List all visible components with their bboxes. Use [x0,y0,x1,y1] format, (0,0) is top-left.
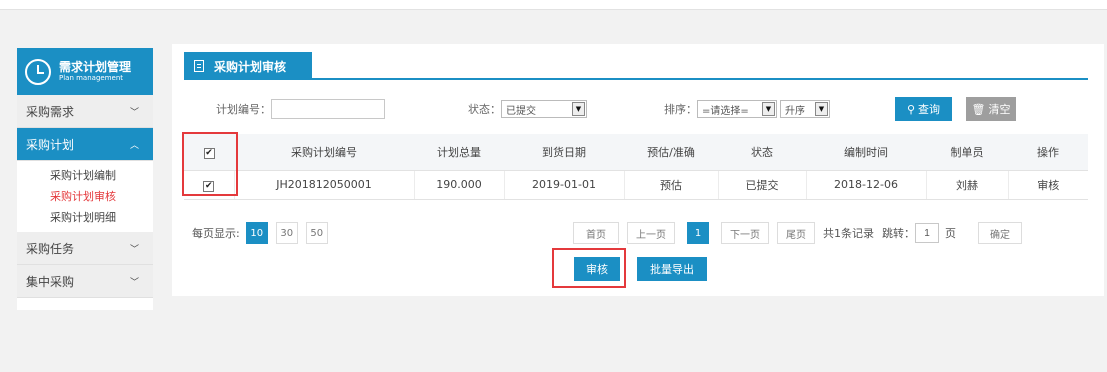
col-arrival: 到货日期 [504,134,624,171]
query-button[interactable]: ⚲ 查询 [895,97,952,121]
pagination: 首页 上一页 1 下一页 尾页 共1条记录 跳转： 页 确定 [573,221,1022,245]
cell-created: 2018-12-06 [806,170,927,200]
prev-page-button[interactable]: 上一页 [627,222,675,244]
order-select[interactable]: 升序 ▼ [780,100,830,118]
audit-button[interactable]: 审核 [574,257,620,281]
chevron-down-icon: ﹀ [129,107,139,118]
plan-no-input[interactable] [271,99,385,119]
col-plan-no: 采购计划编号 [234,134,414,171]
confirm-jump-button[interactable]: 确定 [978,222,1022,244]
first-page-button[interactable]: 首页 [573,222,619,244]
search-icon: ⚲ [906,102,916,116]
cell-total: 190.000 [414,170,505,200]
chevron-down-icon: ﹀ [129,277,139,288]
sort-filter: 排序： =请选择= ▼ 升序 ▼ [664,99,830,119]
sort-select-value: =请选择= [702,105,749,117]
sidebar-group-plan[interactable]: 采购计划 ︿ [17,128,153,161]
chevron-down-icon: ﹀ [129,244,139,255]
audit-link[interactable]: 审核 [1008,170,1088,200]
order-select-value: 升序 [785,105,805,117]
sidebar-submenu: 采购计划编制 采购计划审核 采购计划明细 [17,161,153,232]
col-estimate: 预估/准确 [624,134,718,171]
batch-export-button[interactable]: 批量导出 [637,257,707,281]
brand-title: 需求计划管理 [59,60,132,74]
chevron-down-icon[interactable]: ▼ [572,102,585,116]
cell-estimate: 预估 [624,170,719,200]
current-page-button[interactable]: 1 [687,222,709,244]
clear-button-label: 清空 [988,103,1011,116]
cell-status: 已提交 [718,170,807,200]
page-size-10[interactable]: 10 [245,222,268,244]
last-page-button[interactable]: 尾页 [777,222,815,244]
sidebar-group-label: 集中采购 [26,274,75,289]
page-size-selector: 每页显示: 10 30 50 [192,221,328,245]
clock-icon [25,58,51,85]
chevron-down-icon[interactable]: ▼ [815,102,828,116]
brand-subtitle: Plan management [59,74,124,82]
sidebar-group-label: 采购任务 [26,241,75,256]
col-action: 操作 [1008,134,1088,171]
plan-no-label: 计划编号： [216,103,271,116]
col-creator: 制单员 [926,134,1008,171]
status-select-value: 已提交 [506,105,536,117]
col-status: 状态 [718,134,806,171]
col-total: 计划总量 [414,134,504,171]
sidebar: 需求计划管理 Plan management 采购需求 ﹀ 采购计划 ︿ 采购计… [17,48,153,310]
chevron-up-icon: ︿ [129,140,139,151]
sidebar-item-plan-audit[interactable]: 采购计划审核 [17,186,153,207]
table-row: ✔ JH201812050001 190.000 2019-01-01 预估 已… [184,170,1088,200]
chevron-down-icon[interactable]: ▼ [762,102,775,116]
brand-header: 需求计划管理 Plan management [17,48,153,95]
cell-arrival: 2019-01-01 [504,170,625,200]
top-bar [0,0,1107,10]
status-filter: 状态： 已提交 ▼ [468,99,587,119]
plan-table: ✔ 采购计划编号 计划总量 到货日期 预估/准确 状态 编制时间 制单员 操作 … [184,134,1088,200]
col-created: 编制时间 [806,134,926,171]
plan-no-filter: 计划编号： [216,99,385,119]
panel-header: 采购计划审核 [184,52,1088,80]
panel-title: 采购计划审核 [214,59,287,74]
record-summary: 共1条记录 [823,227,874,240]
tab-plan-audit[interactable]: 采购计划审核 [184,52,312,80]
plan-no-link[interactable]: JH201812050001 [234,170,415,200]
next-page-button[interactable]: 下一页 [721,222,769,244]
jump-label: 跳转： [882,227,915,240]
sort-select[interactable]: =请选择= ▼ [697,100,777,118]
sidebar-group-central[interactable]: 集中采购 ﹀ [17,265,153,298]
sidebar-group-demand[interactable]: 采购需求 ﹀ [17,95,153,128]
cell-creator: 刘赫 [926,170,1009,200]
sidebar-group-label: 采购需求 [26,104,75,119]
document-icon [194,60,204,72]
page-size-30[interactable]: 30 [275,222,298,244]
main-panel: 采购计划审核 计划编号： 状态： 已提交 ▼ 排序： =请选择= ▼ 升序 ▼ … [172,44,1104,296]
sort-label: 排序： [664,103,697,116]
trash-icon: 🗑 [971,102,986,116]
table-header-row: ✔ 采购计划编号 计划总量 到货日期 预估/准确 状态 编制时间 制单员 操作 [184,134,1088,171]
sidebar-group-task[interactable]: 采购任务 ﹀ [17,232,153,265]
page-unit: 页 [945,227,956,240]
page-size-50[interactable]: 50 [305,222,328,244]
sidebar-group-label: 采购计划 [26,137,75,152]
sidebar-item-plan-compile[interactable]: 采购计划编制 [17,165,153,186]
sidebar-item-plan-detail[interactable]: 采购计划明细 [17,207,153,228]
jump-page-input[interactable] [915,223,939,243]
query-button-label: 查询 [918,103,941,116]
status-label: 状态： [468,103,501,116]
clear-button[interactable]: 🗑 清空 [966,97,1016,121]
highlight-checkbox-column [182,132,238,196]
per-page-label: 每页显示: [192,227,240,240]
status-select[interactable]: 已提交 ▼ [501,100,587,118]
